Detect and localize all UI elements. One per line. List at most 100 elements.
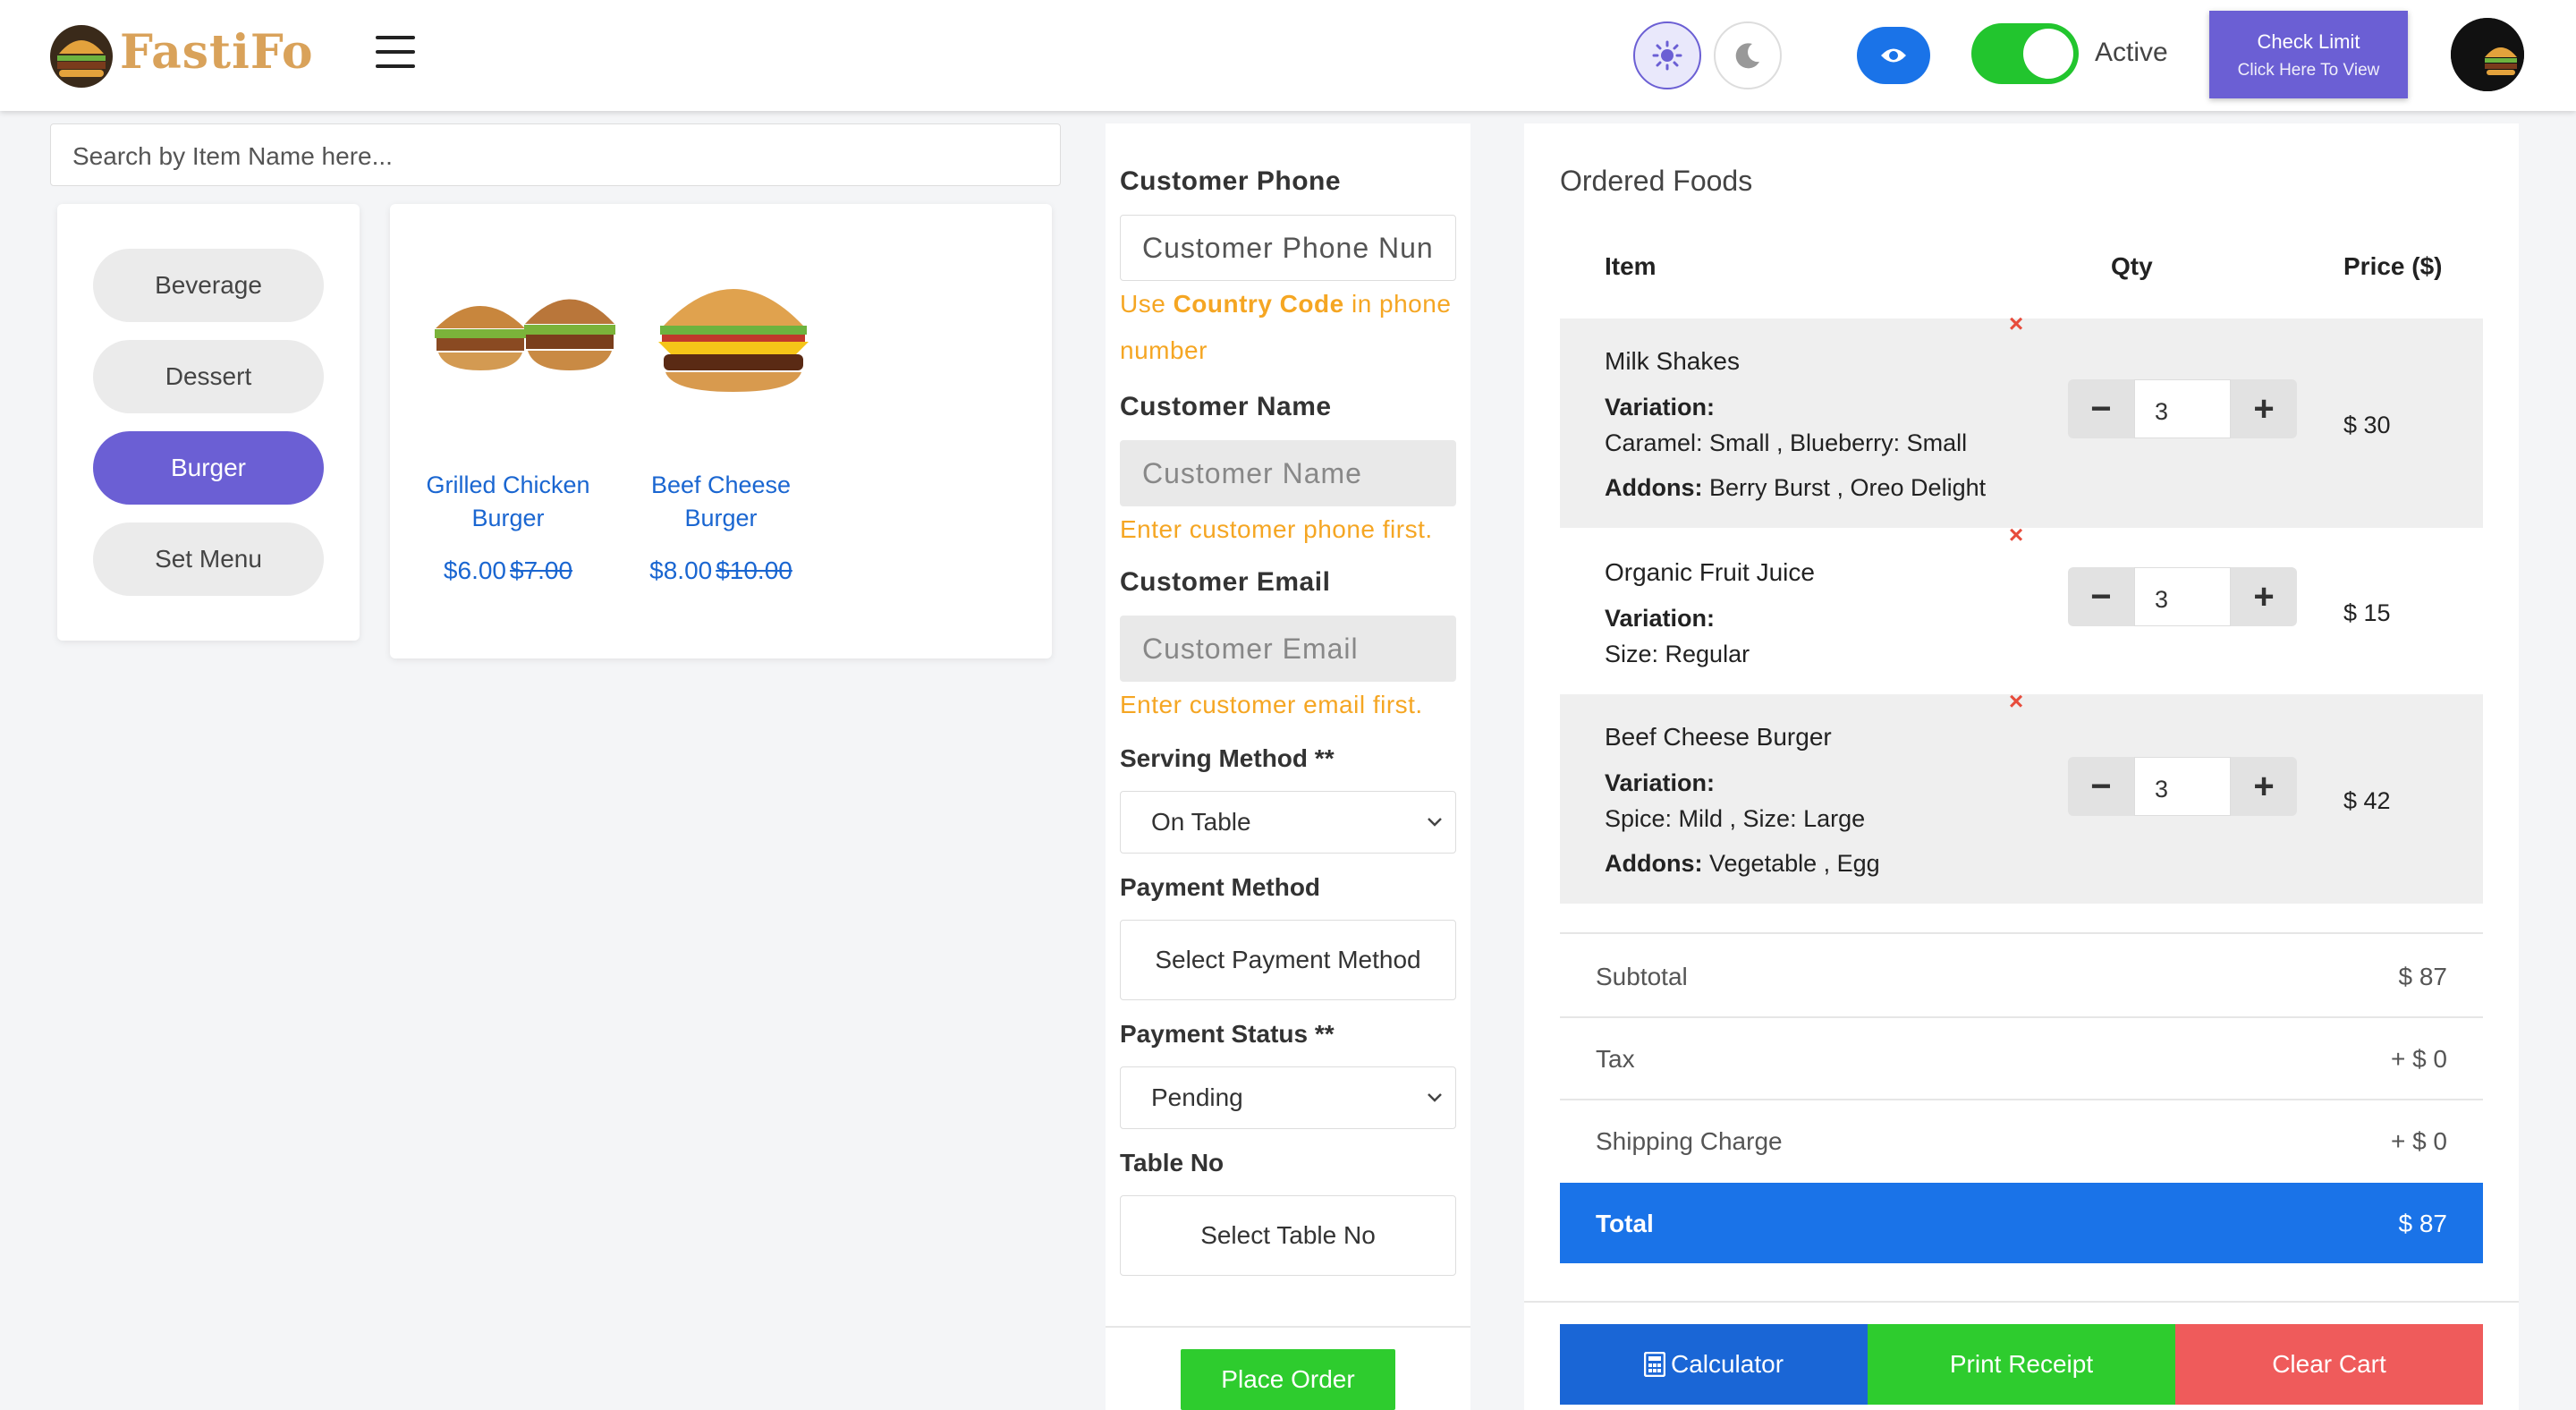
view-toggle-button[interactable]	[1857, 27, 1930, 84]
qty-decrease-button[interactable]: −	[2068, 379, 2134, 438]
menu-toggle-icon[interactable]	[376, 36, 415, 72]
check-limit-title: Check Limit	[2257, 30, 2360, 53]
check-limit-button[interactable]: Check Limit Click Here To View	[2209, 11, 2408, 98]
serving-method-select[interactable]: On Table	[1120, 791, 1456, 854]
current-price: $8.00	[649, 556, 713, 584]
addons: Addons: Vegetable , Egg	[1605, 850, 1880, 878]
item-price: $ 42	[2343, 787, 2391, 814]
search-input[interactable]: Search by Item Name here...	[50, 123, 1061, 186]
addons-value: Berry Burst , Oreo Delight	[1709, 474, 1987, 501]
payment-method-button[interactable]: Select Payment Method	[1120, 920, 1456, 1000]
customer-phone-label: Customer Phone	[1120, 166, 1342, 196]
calculator-button[interactable]: Calculator	[1560, 1324, 1868, 1405]
payment-status-select[interactable]: Pending	[1120, 1066, 1456, 1129]
variation-label: Variation:	[1605, 394, 1715, 421]
qty-input[interactable]: 3	[2134, 379, 2231, 438]
addons: Addons: Berry Burst , Oreo Delight	[1605, 474, 1986, 502]
customer-email-label: Customer Email	[1120, 567, 1331, 597]
product-price: $6.00 $7.00	[410, 556, 606, 585]
category-beverage[interactable]: Beverage	[93, 249, 324, 322]
variation-label-text: Variation:	[1605, 605, 1716, 632]
dark-mode-button[interactable]	[1714, 21, 1782, 89]
phone-hint-post: in phone	[1343, 290, 1452, 318]
shipping-value: + $ 0	[2390, 1127, 2447, 1155]
customer-name-input[interactable]: Customer Name	[1120, 440, 1456, 506]
moon-icon	[1735, 43, 1759, 69]
category-set-menu[interactable]: Set Menu	[93, 522, 324, 596]
calculator-label: Calculator	[1670, 1350, 1784, 1378]
sun-icon	[1652, 40, 1682, 71]
variation-value: Caramel: Small , Blueberry: Small	[1605, 429, 1968, 456]
column-item: Item	[1605, 252, 1657, 280]
qty-increase-button[interactable]: +	[2231, 379, 2297, 438]
customer-name-label: Customer Name	[1120, 392, 1332, 421]
variation-label: Variation:	[1605, 605, 1715, 633]
total-bar	[1560, 1183, 2483, 1263]
place-order-button[interactable]: Place Order	[1181, 1349, 1395, 1410]
beef-cheese-burger-image[interactable]	[644, 261, 823, 395]
status-label: Active	[2095, 38, 2168, 67]
payment-status-label: Payment Status **	[1120, 1020, 1335, 1048]
serving-method-label: Serving Method **	[1120, 744, 1335, 772]
current-price: $6.00	[443, 556, 506, 584]
remove-item-icon[interactable]: ×	[2005, 689, 2027, 714]
clear-cart-button[interactable]: Clear Cart	[2175, 1324, 2483, 1405]
calculator-icon	[1643, 1352, 1665, 1377]
user-avatar[interactable]	[2451, 18, 2524, 91]
ordered-foods-title: Ordered Foods	[1560, 165, 1753, 197]
product-name[interactable]: Grilled Chicken Burger	[410, 469, 606, 535]
table-no-button[interactable]: Select Table No	[1120, 1195, 1456, 1276]
subtotal-value: $ 87	[2398, 963, 2448, 990]
column-qty: Qty	[2111, 252, 2153, 280]
chevron-down-icon	[1428, 1093, 1442, 1102]
divider	[1524, 1301, 2519, 1303]
app-logo-text[interactable]: FastiFo	[120, 25, 314, 80]
qty-input[interactable]: 3	[2134, 567, 2231, 626]
qty-increase-button[interactable]: +	[2231, 757, 2297, 816]
check-limit-subtitle: Click Here To View	[2237, 61, 2380, 80]
qty-input[interactable]: 3	[2134, 757, 2231, 816]
tax-value: + $ 0	[2390, 1045, 2447, 1073]
phone-hint-bold: Country Code	[1173, 290, 1344, 318]
product-name-line1: Grilled Chicken	[426, 471, 590, 498]
subtotal-label: Subtotal	[1596, 963, 1688, 990]
phone-hint-line2: number	[1120, 336, 1208, 364]
customer-email-input[interactable]: Customer Email	[1120, 616, 1456, 682]
variation-value: Spice: Mild , Size: Large	[1605, 805, 1866, 832]
email-hint: Enter customer email first.	[1120, 691, 1423, 718]
addons-label: Addons:	[1605, 850, 1703, 877]
item-name: Milk Shakes	[1605, 347, 1740, 375]
light-mode-button[interactable]	[1633, 21, 1701, 89]
avatar-burger-icon	[2451, 18, 2524, 91]
variation-value: Size: Regular	[1605, 641, 1750, 667]
total-value: $ 87	[2398, 1210, 2448, 1237]
customer-phone-input[interactable]: Customer Phone Nun	[1120, 215, 1456, 281]
burger-logo-icon	[50, 25, 113, 88]
eye-icon	[1881, 48, 1906, 63]
status-toggle[interactable]	[1971, 23, 2079, 84]
addons-label: Addons:	[1605, 474, 1703, 501]
remove-item-icon[interactable]: ×	[2005, 311, 2027, 336]
variation-label-text: Variation:	[1605, 394, 1716, 420]
chevron-down-icon	[1428, 818, 1442, 827]
grilled-chicken-burger-image[interactable]	[431, 261, 619, 395]
phone-hint: Use Country Code in phone number	[1120, 281, 1456, 374]
table-no-label: Table No	[1120, 1149, 1224, 1176]
category-dessert[interactable]: Dessert	[93, 340, 324, 413]
item-price: $ 30	[2343, 412, 2391, 438]
qty-decrease-button[interactable]: −	[2068, 567, 2134, 626]
payment-method-label: Payment Method	[1120, 873, 1321, 901]
product-name-line2: Burger	[684, 505, 758, 531]
old-price: $7.00	[510, 556, 573, 584]
remove-item-icon[interactable]: ×	[2005, 522, 2027, 548]
qty-increase-button[interactable]: +	[2231, 567, 2297, 626]
divider	[1560, 1099, 2483, 1100]
payment-status-value: Pending	[1151, 1083, 1243, 1111]
phone-hint-pre: Use	[1120, 290, 1174, 318]
print-receipt-button[interactable]: Print Receipt	[1868, 1324, 2175, 1405]
divider	[1560, 1016, 2483, 1018]
product-name[interactable]: Beef Cheese Burger	[623, 469, 819, 535]
qty-decrease-button[interactable]: −	[2068, 757, 2134, 816]
category-burger[interactable]: Burger	[93, 431, 324, 505]
shipping-label: Shipping Charge	[1596, 1127, 1783, 1155]
